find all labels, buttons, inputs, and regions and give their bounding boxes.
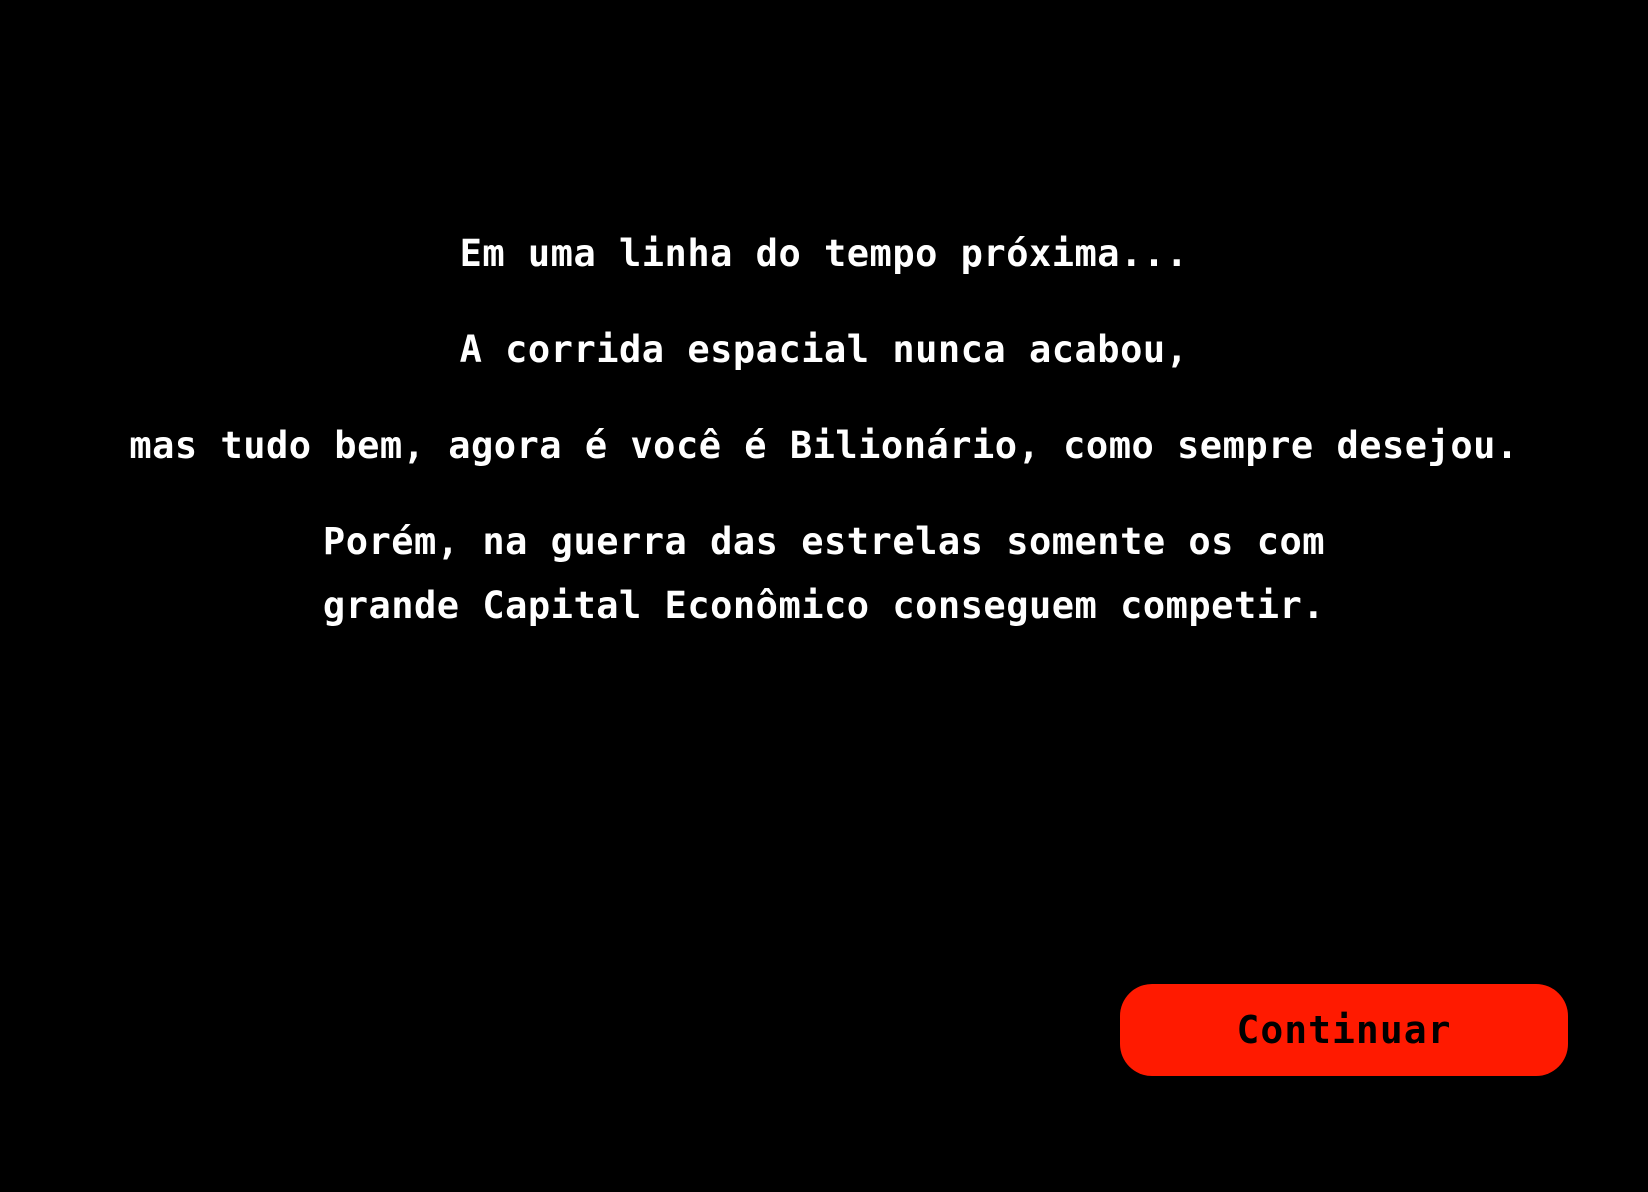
story-line-2: A corrida espacial nunca acabou, [459, 328, 1189, 371]
story-line-4b: grande Capital Econômico conseguem compe… [322, 584, 1326, 627]
intro-screen: Em uma linha do tempo próxima... A corri… [0, 0, 1648, 1192]
story-line-4a: Porém, na guerra das estrelas somente os… [322, 520, 1326, 563]
story-text: Em uma linha do tempo próxima... A corri… [0, 222, 1648, 638]
story-line-1: Em uma linha do tempo próxima... [459, 232, 1189, 275]
continue-button[interactable]: Continuar [1120, 984, 1568, 1076]
story-line-3: mas tudo bem, agora é você é Bilionário,… [129, 424, 1519, 467]
